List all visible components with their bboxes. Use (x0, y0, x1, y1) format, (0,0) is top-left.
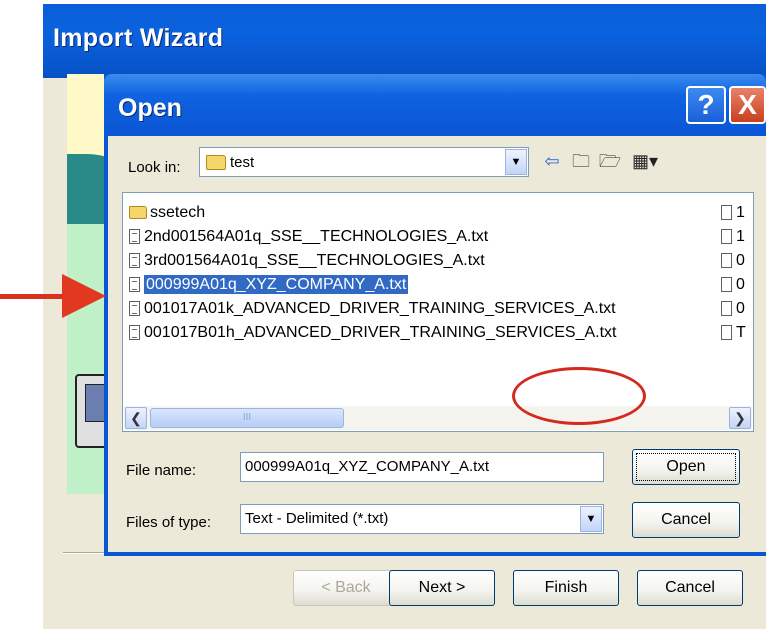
list-item[interactable]: 0 (721, 297, 745, 321)
list-item[interactable]: ssetech (129, 201, 205, 225)
file-name: 000999A01q_XYZ_COMPANY_A.txt (142, 274, 410, 295)
back-arrow-icon[interactable]: ⇦ (540, 149, 564, 173)
text-file-icon (129, 229, 140, 245)
text-file-icon (721, 253, 732, 269)
open-dialog-body: Look in: test ▼ ⇦ 🗀 🗁 ▦▾ ssetech 2nd0015… (108, 136, 766, 552)
files-of-type-value: Text - Delimited (*.txt) (245, 510, 389, 527)
open-cancel-button[interactable]: Cancel (632, 502, 740, 538)
list-item[interactable]: 1 (721, 201, 745, 225)
look-in-dropdown[interactable]: test ▼ (199, 147, 529, 177)
text-file-icon (129, 301, 140, 317)
open-dialog-title: Open (118, 94, 182, 122)
look-in-value: test (230, 154, 255, 171)
red-arrow-annotation (0, 294, 62, 299)
file-name: ssetech (150, 204, 206, 221)
close-button[interactable]: X (729, 86, 766, 124)
look-in-label: Look in: (128, 159, 181, 176)
list-item[interactable]: 2nd001564A01q_SSE__TECHNOLOGIES_A.txt (129, 225, 488, 249)
folder-icon (129, 206, 147, 220)
file-name-truncated: 0 (736, 300, 745, 317)
list-item[interactable]: 1 (721, 225, 745, 249)
red-arrow-head-icon (62, 274, 106, 318)
file-name-truncated: 0 (736, 276, 745, 293)
chevron-down-icon[interactable]: ▼ (505, 149, 527, 175)
list-item[interactable]: 001017B01h_ADVANCED_DRIVER_TRAINING_SERV… (129, 321, 617, 345)
open-button[interactable]: Open (632, 449, 740, 485)
chevron-down-icon[interactable]: ▼ (580, 506, 602, 532)
text-file-icon (721, 205, 732, 221)
new-folder-icon[interactable]: 🗁 (598, 149, 622, 173)
back-button[interactable]: < Back (293, 570, 399, 606)
list-item[interactable]: 0 (721, 249, 745, 273)
wizard-titlebar[interactable]: Import Wizard (43, 4, 766, 78)
files-of-type-label: Files of type: (126, 514, 211, 531)
list-item[interactable]: T (721, 321, 746, 345)
scroll-thumb[interactable]: III (150, 408, 344, 428)
red-circle-annotation (512, 367, 646, 425)
help-button[interactable]: ? (686, 86, 726, 124)
text-file-icon (721, 301, 732, 317)
scroll-left-icon[interactable]: ❮ (125, 407, 147, 429)
text-file-icon (721, 229, 732, 245)
file-name: 001017A01k_ADVANCED_DRIVER_TRAINING_SERV… (144, 300, 616, 317)
list-item[interactable]: 0 (721, 273, 745, 297)
list-item[interactable]: 001017A01k_ADVANCED_DRIVER_TRAINING_SERV… (129, 297, 616, 321)
folder-icon (206, 155, 226, 170)
file-name-label-text: File name: (126, 462, 197, 479)
view-menu-icon[interactable]: ▦▾ (627, 149, 663, 173)
up-folder-icon[interactable]: 🗀 (569, 149, 593, 173)
wizard-cancel-button[interactable]: Cancel (637, 570, 743, 606)
finish-button[interactable]: Finish (513, 570, 619, 606)
text-file-icon (721, 277, 732, 293)
list-item-selected[interactable]: 000999A01q_XYZ_COMPANY_A.txt (129, 273, 410, 297)
files-of-type-label-text: Files of type: (126, 514, 212, 531)
file-name-label: File name: (126, 462, 196, 479)
list-item[interactable]: 3rd001564A01q_SSE__TECHNOLOGIES_A.txt (129, 249, 485, 273)
file-name-truncated: 0 (736, 252, 745, 269)
open-dialog-titlebar[interactable]: Open ? X (104, 74, 766, 136)
file-name: 001017B01h_ADVANCED_DRIVER_TRAINING_SERV… (144, 324, 617, 341)
wizard-title: Import Wizard (53, 24, 224, 52)
open-dialog-window: Open ? X Look in: test ▼ ⇦ 🗀 🗁 ▦▾ ssetec… (104, 74, 766, 556)
file-name-truncated: 1 (736, 228, 745, 245)
text-file-icon (129, 325, 140, 341)
file-name: 3rd001564A01q_SSE__TECHNOLOGIES_A.txt (144, 252, 485, 269)
next-button[interactable]: Next > (389, 570, 495, 606)
horizontal-scrollbar[interactable]: ❮ III ❯ (124, 406, 752, 430)
file-list[interactable]: ssetech 2nd001564A01q_SSE__TECHNOLOGIES_… (122, 192, 754, 432)
text-file-icon (129, 253, 140, 269)
scroll-right-icon[interactable]: ❯ (729, 407, 751, 429)
files-of-type-dropdown[interactable]: Text - Delimited (*.txt) ▼ (240, 504, 604, 534)
file-name-input[interactable]: 000999A01q_XYZ_COMPANY_A.txt (240, 452, 604, 482)
text-file-icon (129, 277, 140, 293)
file-name-truncated: T (736, 324, 746, 341)
text-file-icon (721, 325, 732, 341)
file-name-truncated: 1 (736, 204, 745, 221)
file-name: 2nd001564A01q_SSE__TECHNOLOGIES_A.txt (144, 228, 489, 245)
